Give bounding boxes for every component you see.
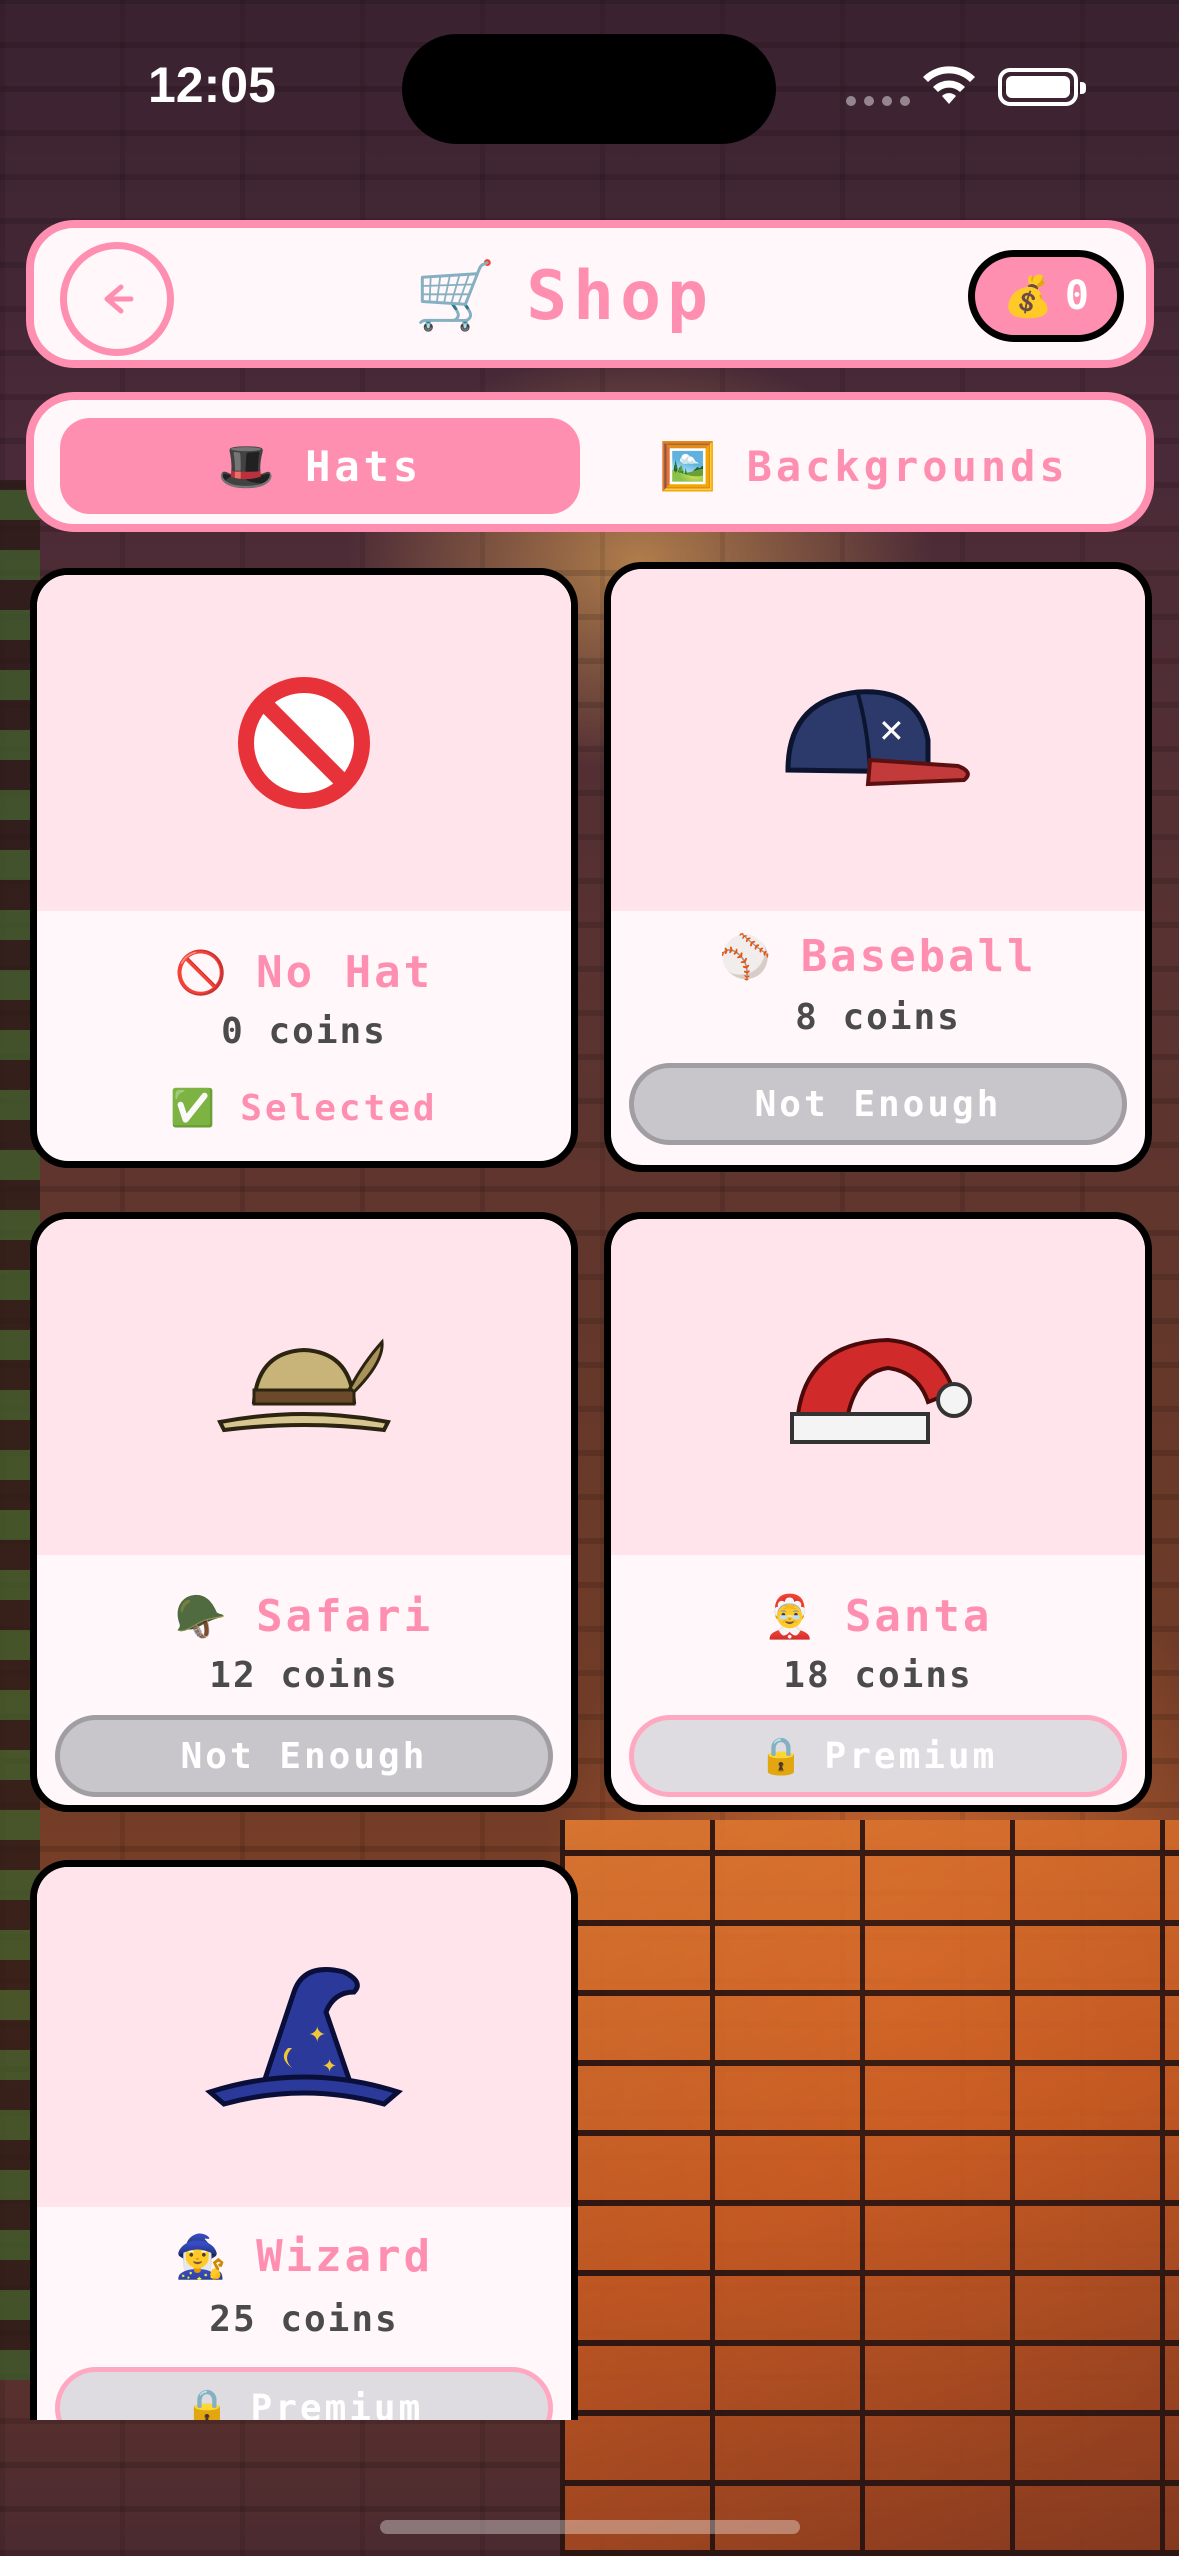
framed-picture-icon: 🖼️ bbox=[659, 438, 721, 493]
safari-hat-icon bbox=[217, 1338, 391, 1433]
lock-icon: 🔒 bbox=[758, 1736, 807, 1777]
tab-hats[interactable]: 🎩 Hats bbox=[60, 418, 580, 514]
button-label: Not Enough bbox=[754, 1083, 1002, 1125]
button-label: Not Enough bbox=[180, 1735, 428, 1777]
hat-image bbox=[611, 1219, 1145, 1555]
shopping-cart-icon: 🛒 bbox=[414, 257, 497, 334]
hat-card-safari[interactable]: 🪖 Safari 12 coins Not Enough bbox=[30, 1212, 578, 1812]
not-enough-button[interactable]: Not Enough bbox=[629, 1063, 1127, 1145]
baseball-cap-icon: ✕ bbox=[785, 689, 970, 787]
coin-balance: 0 bbox=[1064, 273, 1089, 319]
hat-card-no-hat[interactable]: 🚫 No Hat 0 coins ✅ Selected bbox=[30, 568, 578, 1168]
hat-image: ✕ bbox=[611, 569, 1145, 911]
item-name: 🧙‍♀️ Wizard bbox=[37, 2231, 571, 2282]
premium-button[interactable]: 🔒 Premium bbox=[629, 1715, 1127, 1797]
item-name-text: Santa bbox=[844, 1591, 993, 1642]
check-mark-icon: ✅ bbox=[170, 1088, 219, 1129]
page-title: Shop bbox=[526, 256, 714, 336]
button-label: Premium bbox=[250, 2387, 424, 2421]
hat-image bbox=[37, 575, 571, 911]
item-name: ⚾ Baseball bbox=[611, 931, 1145, 982]
svg-text:✦: ✦ bbox=[308, 2023, 326, 2048]
battery-icon bbox=[998, 68, 1086, 106]
item-price: 8 coins bbox=[795, 997, 961, 1038]
svg-text:✕: ✕ bbox=[878, 712, 905, 750]
mrs-claus-icon: 🤶 bbox=[763, 1591, 819, 1641]
lock-icon: 🔒 bbox=[184, 2388, 233, 2420]
hat-card-baseball[interactable]: ✕ ⚾ Baseball 8 coins Not Enough bbox=[604, 562, 1152, 1172]
item-name: 🪖 Safari bbox=[37, 1591, 571, 1642]
military-helmet-icon: 🪖 bbox=[174, 1591, 231, 1641]
item-price: 0 coins bbox=[221, 1011, 387, 1052]
selected-label: Selected bbox=[240, 1087, 438, 1129]
tab-backgrounds[interactable]: 🖼️ Backgrounds bbox=[594, 418, 1134, 514]
hat-card-santa[interactable]: 🤶 Santa 18 coins 🔒 Premium bbox=[604, 1212, 1152, 1812]
status-bar: 12:05 bbox=[0, 0, 1179, 170]
item-name-text: No Hat bbox=[256, 947, 434, 998]
item-price: 18 coins bbox=[783, 1655, 973, 1696]
item-price: 25 coins bbox=[209, 2299, 399, 2340]
top-hat-icon: 🎩 bbox=[217, 438, 280, 493]
santa-hat-icon bbox=[790, 1337, 972, 1444]
status-time: 12:05 bbox=[148, 57, 276, 113]
back-button[interactable] bbox=[60, 242, 174, 356]
mage-icon: 🧙‍♀️ bbox=[174, 2231, 231, 2281]
item-name: 🚫 No Hat bbox=[37, 947, 571, 998]
category-tabs: 🎩 Hats 🖼️ Backgrounds bbox=[26, 392, 1154, 532]
coin-balance-badge: 💰 0 bbox=[968, 250, 1124, 342]
item-name: 🤶 Santa bbox=[611, 1591, 1145, 1642]
tab-label: Backgrounds bbox=[746, 441, 1069, 491]
button-label: Premium bbox=[824, 1735, 998, 1777]
home-indicator[interactable] bbox=[380, 2520, 800, 2534]
not-enough-button[interactable]: Not Enough bbox=[55, 1715, 553, 1797]
title-group: 🛒 Shop bbox=[414, 254, 714, 338]
money-bag-icon: 💰 bbox=[1003, 273, 1053, 320]
wifi-icon bbox=[923, 66, 975, 104]
tab-label: Hats bbox=[305, 441, 423, 491]
item-name-text: Wizard bbox=[256, 2231, 434, 2282]
arrow-left-icon bbox=[104, 284, 134, 314]
selected-status: ✅ Selected bbox=[37, 1087, 571, 1130]
background-floor bbox=[560, 1820, 1179, 2556]
shop-header: 🛒 Shop 💰 0 bbox=[26, 220, 1154, 368]
dynamic-island bbox=[402, 34, 776, 144]
hat-card-wizard[interactable]: ✦ ✦ 🧙‍♀️ Wizard 25 coins 🔒 Premium bbox=[30, 1860, 578, 2420]
premium-button[interactable]: 🔒 Premium bbox=[55, 2367, 553, 2420]
prohibited-icon bbox=[238, 677, 370, 809]
hat-image: ✦ ✦ bbox=[37, 1867, 571, 2207]
hat-image bbox=[37, 1219, 571, 1555]
baseball-icon: ⚾ bbox=[719, 931, 775, 981]
item-name-text: Safari bbox=[256, 1591, 434, 1642]
item-price: 12 coins bbox=[209, 1655, 399, 1696]
svg-text:✦: ✦ bbox=[322, 2056, 337, 2077]
wizard-hat-icon: ✦ ✦ bbox=[204, 1967, 404, 2107]
item-name-text: Baseball bbox=[800, 931, 1037, 982]
prohibited-icon: 🚫 bbox=[174, 947, 231, 997]
cellular-signal-icon bbox=[846, 96, 910, 106]
